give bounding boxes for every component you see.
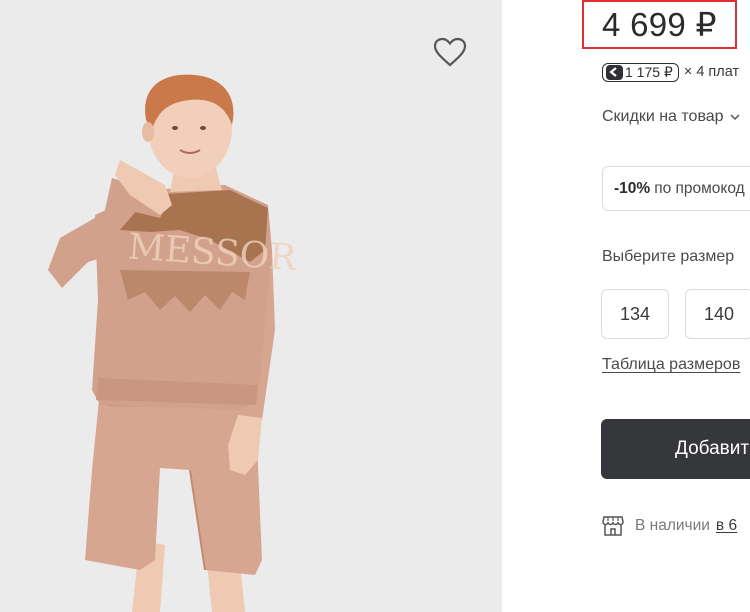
installment-count: × 4 плат (683, 64, 740, 80)
promo-code-banner[interactable]: -10% по промокод (602, 166, 750, 211)
installment-badge[interactable]: 1 175 ₽ (602, 62, 679, 82)
product-price: 4 699 ₽ (602, 6, 717, 43)
size-section-label: Выберите размер (602, 248, 735, 265)
product-info-panel: 4 699 ₽ 1 175 ₽ × 4 плат Скидки на товар… (502, 0, 750, 612)
installment-amount: 1 175 ₽ (625, 63, 673, 80)
discounts-label: Скидки на товар (602, 108, 724, 125)
installment-info[interactable]: 1 175 ₽ × 4 плат (602, 62, 739, 82)
product-image[interactable]: MESSOR (0, 0, 502, 612)
product-photo-child-model: MESSOR (48, 74, 298, 612)
price-highlight: 4 699 ₽ (582, 0, 737, 49)
favorite-button[interactable] (431, 34, 469, 70)
stock-stores-link[interactable]: в 6 (716, 517, 737, 535)
add-to-cart-button[interactable]: Добавит (601, 419, 750, 479)
promo-text: по промокод (654, 179, 745, 197)
size-table-link[interactable]: Таблица размеров (602, 356, 740, 374)
split-logo-icon (609, 67, 617, 77)
heart-outline-icon (433, 37, 467, 67)
size-option-134[interactable]: 134 (601, 289, 669, 339)
store-icon (602, 516, 624, 536)
size-option-140[interactable]: 140 (685, 289, 750, 339)
discounts-toggle[interactable]: Скидки на товар (602, 108, 740, 126)
stock-text: В наличии (635, 517, 710, 534)
chevron-down-icon (729, 113, 740, 120)
promo-percent: -10% (614, 179, 651, 197)
stock-availability: В наличии в 6 (602, 516, 737, 536)
